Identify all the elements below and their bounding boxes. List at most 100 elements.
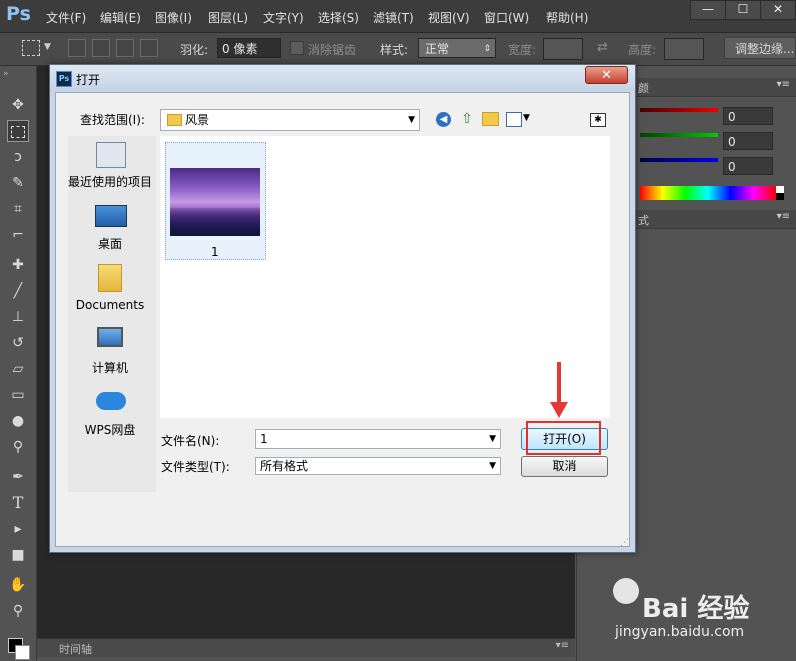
antialias-label: 消除锯齿 — [308, 43, 357, 57]
new-folder-icon[interactable] — [482, 112, 499, 126]
blur-tool-icon[interactable]: ● — [7, 410, 29, 432]
place-wps-cloud[interactable]: WPS网盘 — [66, 421, 154, 438]
quick-select-tool-icon[interactable]: ✎ — [7, 172, 29, 194]
refine-edge-button[interactable]: 调整边缘... — [724, 37, 796, 59]
panel-menu-icon[interactable]: ▾≡ — [777, 79, 790, 90]
styles-panel-tab[interactable]: 式 — [638, 212, 649, 228]
menu-type[interactable]: 文字(Y) — [263, 9, 304, 26]
marquee-tool-icon[interactable] — [7, 120, 29, 142]
eraser-tool-icon[interactable]: ▱ — [7, 358, 29, 380]
panel-menu-icon[interactable]: ▾≡ — [556, 640, 569, 651]
intersect-selection-icon[interactable] — [140, 39, 158, 57]
blue-value-field[interactable]: 0 — [723, 157, 773, 175]
timeline-panel: 时间轴 ▾≡ — [37, 638, 575, 657]
healing-brush-tool-icon[interactable]: ✚ — [7, 254, 29, 276]
clone-stamp-tool-icon[interactable]: ⊥ — [7, 306, 29, 328]
chevron-down-icon[interactable]: ▼ — [44, 42, 51, 52]
timeline-tab[interactable]: 时间轴 — [59, 641, 92, 657]
type-tool-icon[interactable]: T — [7, 492, 29, 514]
black-swatch[interactable] — [776, 193, 784, 200]
menu-window[interactable]: 窗口(W) — [484, 9, 529, 26]
filename-input[interactable]: 1 ▼ — [255, 429, 501, 449]
documents-folder-icon[interactable] — [98, 264, 122, 292]
place-desktop[interactable]: 桌面 — [66, 235, 154, 252]
menu-view[interactable]: 视图(V) — [428, 9, 470, 26]
watermark-url: jingyan.baidu.com — [615, 624, 745, 640]
desktop-icon[interactable] — [95, 205, 127, 227]
zoom-tool-icon[interactable]: ⚲ — [7, 600, 29, 622]
cancel-button[interactable]: 取消 — [521, 456, 608, 477]
collapse-icon[interactable]: » — [3, 69, 9, 79]
feather-input[interactable]: 0 像素 — [217, 38, 281, 58]
computer-icon[interactable] — [97, 327, 123, 347]
minimize-button[interactable]: — — [690, 0, 726, 20]
antialias-checkbox[interactable] — [290, 41, 304, 55]
lookin-select[interactable]: 风景 ▼ — [160, 109, 420, 131]
window-close-button[interactable]: ✕ — [760, 0, 796, 20]
crop-tool-icon[interactable]: ⌗ — [7, 198, 29, 220]
hand-tool-icon[interactable]: ✋ — [7, 574, 29, 596]
background-color-swatch[interactable] — [15, 645, 30, 660]
chevron-down-icon[interactable]: ▼ — [523, 113, 530, 123]
red-value-field[interactable]: 0 — [723, 107, 773, 125]
back-icon[interactable]: ◀ — [436, 112, 451, 127]
recent-items-icon[interactable] — [96, 142, 126, 168]
lookin-value: 风景 — [185, 113, 210, 127]
color-panel-tab[interactable]: 颜 — [638, 80, 649, 96]
filetype-label: 文件类型(T): — [161, 460, 230, 474]
menu-select[interactable]: 选择(S) — [318, 9, 359, 26]
green-value-field[interactable]: 0 — [723, 132, 773, 150]
brush-tool-icon[interactable]: ╱ — [7, 280, 29, 302]
menu-layer[interactable]: 图层(L) — [208, 9, 248, 26]
style-select[interactable]: 正常 ⇕ — [418, 38, 496, 58]
dodge-tool-icon[interactable]: ⚲ — [7, 436, 29, 458]
swap-icon[interactable]: ⇄ — [597, 40, 608, 55]
menu-filter[interactable]: 滤镜(T) — [373, 9, 414, 26]
gradient-tool-icon[interactable]: ▭ — [7, 384, 29, 406]
select-arrows-icon: ⇕ — [483, 44, 491, 54]
resize-grip-icon[interactable]: ⋰ — [620, 538, 629, 548]
menu-file[interactable]: 文件(F) — [46, 9, 86, 26]
watermark-brand: Bai 经验 — [642, 594, 750, 624]
baidu-paw-icon — [613, 578, 639, 604]
width-label: 宽度: — [508, 43, 537, 57]
move-tool-icon[interactable]: ✥ — [7, 94, 29, 116]
path-select-tool-icon[interactable]: ▸ — [7, 518, 29, 540]
pen-tool-icon[interactable]: ✒ — [7, 466, 29, 488]
width-input[interactable] — [543, 38, 583, 60]
place-computer[interactable]: 计算机 — [66, 359, 154, 376]
green-slider[interactable] — [640, 133, 718, 137]
place-documents[interactable]: Documents — [66, 298, 154, 312]
up-folder-icon[interactable]: ⇧ — [459, 111, 475, 127]
subtract-selection-icon[interactable] — [116, 39, 134, 57]
open-mode-icon[interactable]: ✱ — [590, 113, 606, 127]
blue-slider[interactable] — [640, 158, 718, 162]
eyedropper-tool-icon[interactable]: ⌐ — [7, 224, 29, 246]
lasso-tool-icon[interactable]: ↄ — [7, 146, 29, 168]
menu-edit[interactable]: 编辑(E) — [100, 9, 141, 26]
height-label: 高度: — [628, 43, 657, 57]
menu-image[interactable]: 图像(I) — [155, 9, 192, 26]
white-swatch[interactable] — [776, 186, 784, 193]
add-selection-icon[interactable] — [92, 39, 110, 57]
menu-help[interactable]: 帮助(H) — [546, 9, 588, 26]
history-brush-tool-icon[interactable]: ↺ — [7, 332, 29, 354]
color-spectrum[interactable] — [640, 186, 776, 200]
dialog-close-button[interactable]: ✕ — [585, 66, 628, 84]
chevron-down-icon: ▼ — [489, 461, 496, 471]
styles-panel-tabbar: 式 ▾≡ — [630, 210, 796, 229]
panel-menu-icon[interactable]: ▾≡ — [777, 211, 790, 222]
wps-cloud-icon[interactable] — [96, 392, 126, 410]
annotation-arrow-shaft — [557, 362, 561, 404]
new-selection-icon[interactable] — [68, 39, 86, 57]
dialog-titlebar[interactable] — [50, 65, 635, 91]
red-slider[interactable] — [640, 108, 718, 112]
height-input[interactable] — [664, 38, 704, 60]
marquee-tool-preset-icon[interactable] — [22, 40, 40, 56]
maximize-button[interactable]: ☐ — [725, 0, 761, 20]
filetype-select[interactable]: 所有格式 ▼ — [255, 457, 501, 475]
shape-tool-icon[interactable]: ■ — [7, 544, 29, 566]
view-menu-icon[interactable] — [506, 112, 522, 127]
annotation-highlight-box — [526, 421, 601, 455]
place-recent[interactable]: 最近使用的项目 — [66, 173, 154, 190]
